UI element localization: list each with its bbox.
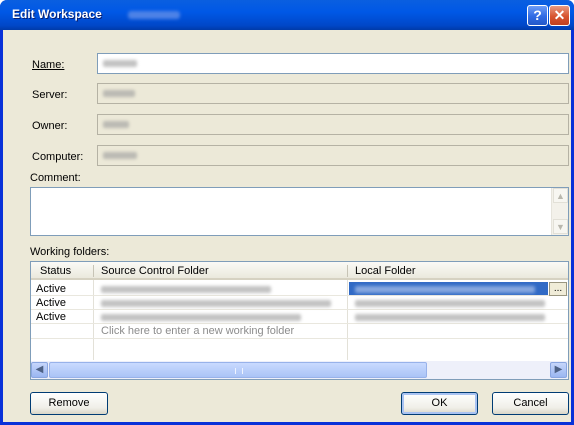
new-working-folder-placeholder[interactable]: Click here to enter a new working folder bbox=[101, 325, 294, 337]
scroll-right-icon[interactable]: ▶ bbox=[550, 362, 567, 378]
computer-label: Computer: bbox=[32, 151, 84, 163]
row-status: Active bbox=[36, 311, 66, 323]
row-local-folder-redacted bbox=[355, 314, 545, 321]
close-button[interactable]: ✕ bbox=[549, 5, 570, 26]
working-folders-grid[interactable]: Status Source Control Folder Local Folde… bbox=[30, 261, 569, 380]
owner-field bbox=[97, 114, 569, 135]
computer-field bbox=[97, 145, 569, 166]
local-folder-cell-selected[interactable] bbox=[349, 282, 548, 295]
scroll-left-icon[interactable]: ◀ bbox=[31, 362, 48, 378]
scroll-up-icon[interactable]: ▲ bbox=[553, 188, 568, 203]
row-local-folder-redacted bbox=[355, 300, 545, 307]
ok-button-label: OK bbox=[431, 397, 448, 409]
comment-scrollbar[interactable]: ▲ ▼ bbox=[551, 188, 568, 235]
owner-value-redacted bbox=[103, 121, 129, 128]
browse-button[interactable]: ... bbox=[549, 282, 567, 296]
row-source-folder-redacted bbox=[101, 286, 271, 293]
column-header-local[interactable]: Local Folder bbox=[355, 265, 416, 277]
column-divider[interactable] bbox=[93, 265, 94, 277]
row-source-folder-redacted bbox=[101, 300, 331, 307]
row-status: Active bbox=[36, 283, 66, 295]
grid-header: Status Source Control Folder Local Folde… bbox=[31, 262, 568, 280]
new-row[interactable]: Click here to enter a new working folder bbox=[31, 324, 568, 338]
table-row[interactable]: Active bbox=[31, 310, 568, 324]
working-folders-label: Working folders: bbox=[30, 246, 110, 258]
table-row[interactable]: Active bbox=[31, 296, 568, 310]
grid-horizontal-scrollbar[interactable]: ◀ ▶ bbox=[31, 361, 568, 379]
grid-line bbox=[31, 338, 568, 339]
scrollbar-thumb[interactable] bbox=[49, 362, 427, 378]
title-bar[interactable]: Edit Workspace ? ✕ bbox=[0, 0, 574, 30]
name-label: Name: bbox=[32, 59, 65, 71]
cancel-button-label: Cancel bbox=[513, 397, 548, 409]
comment-label: Comment: bbox=[30, 172, 81, 184]
row-source-folder-redacted bbox=[101, 314, 301, 321]
row-local-folder-redacted bbox=[355, 286, 535, 293]
name-value-redacted bbox=[103, 60, 137, 67]
help-button[interactable]: ? bbox=[527, 5, 548, 26]
owner-label: Owner: bbox=[32, 120, 68, 132]
column-header-source[interactable]: Source Control Folder bbox=[101, 265, 209, 277]
scrollbar-grip-icon bbox=[235, 368, 243, 374]
server-field bbox=[97, 83, 569, 104]
edit-workspace-dialog: Edit Workspace ? ✕ Name: Server: Owner: … bbox=[0, 0, 574, 425]
column-divider[interactable] bbox=[347, 265, 348, 277]
server-label: Server: bbox=[32, 89, 68, 101]
cancel-button[interactable]: Cancel bbox=[492, 392, 569, 415]
comment-textarea[interactable]: ▲ ▼ bbox=[30, 187, 569, 236]
column-header-status[interactable]: Status bbox=[40, 265, 71, 277]
ok-button[interactable]: OK bbox=[401, 392, 478, 415]
name-input[interactable] bbox=[97, 53, 569, 74]
dialog-title: Edit Workspace bbox=[12, 7, 102, 21]
table-row[interactable]: Active ... bbox=[31, 282, 568, 296]
row-status: Active bbox=[36, 297, 66, 309]
computer-value-redacted bbox=[103, 152, 137, 159]
workspace-name-in-title bbox=[128, 11, 180, 19]
remove-button-label: Remove bbox=[48, 397, 90, 409]
remove-button[interactable]: Remove bbox=[30, 392, 108, 415]
scroll-down-icon[interactable]: ▼ bbox=[553, 219, 568, 234]
server-value-redacted bbox=[103, 90, 135, 97]
